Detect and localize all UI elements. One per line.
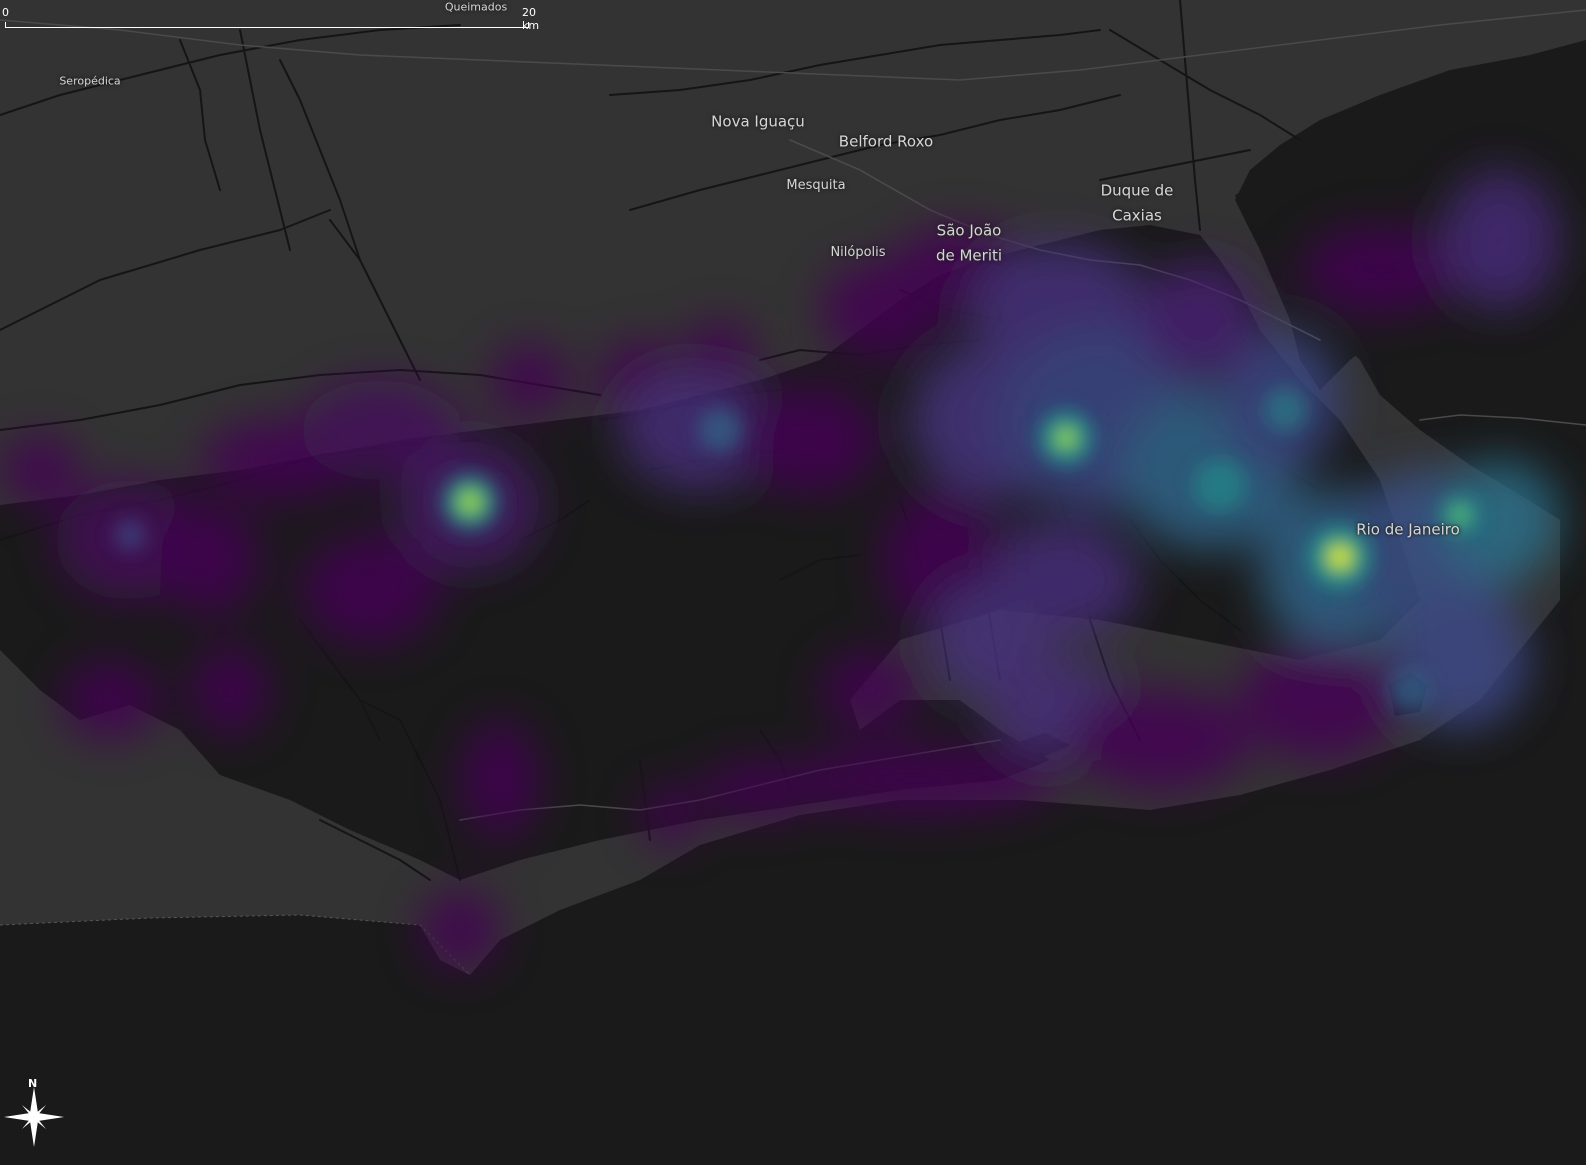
map-canvas[interactable] — [0, 0, 1586, 1165]
label-rio-de-janeiro: Rio de Janeiro — [1356, 520, 1460, 539]
label-sao-joao-line1: São João — [936, 221, 1002, 240]
scale-bar: 0 20 km — [2, 6, 539, 32]
scale-start-label: 0 — [2, 6, 9, 19]
label-nilopolis: Nilópolis — [830, 244, 886, 260]
north-arrow: N — [2, 1075, 68, 1151]
label-nova-iguacu: Nova Iguaçu — [711, 112, 805, 131]
label-duque-de-caxias-line1: Duque de — [1100, 181, 1174, 200]
north-label: N — [28, 1077, 38, 1090]
label-belford-roxo: Belford Roxo — [838, 132, 934, 151]
scale-line — [5, 22, 529, 28]
label-duque-de-caxias-line2: Caxias — [1112, 206, 1162, 225]
label-seropedica: Seropédica — [59, 74, 121, 88]
label-sao-joao-line2: de Meriti — [935, 246, 1003, 265]
scale-end-label: 20 km — [522, 6, 540, 32]
label-mesquita: Mesquita — [786, 177, 846, 193]
